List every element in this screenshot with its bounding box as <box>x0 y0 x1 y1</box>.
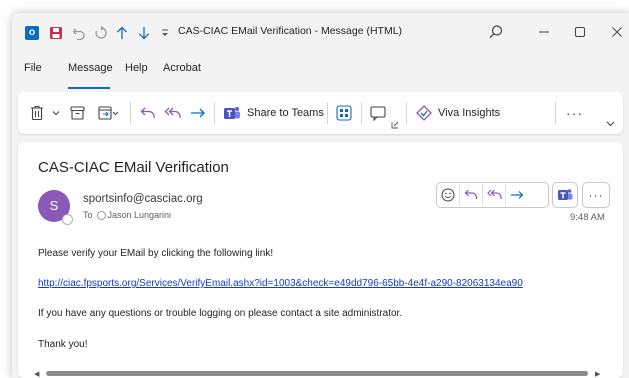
verification-link[interactable]: http://ciac.fpsports.org/Services/Verify… <box>38 278 523 289</box>
received-time: 9:48 AM <box>570 212 605 223</box>
redo-icon[interactable] <box>94 26 108 40</box>
reply-all-icon[interactable] <box>483 184 506 206</box>
group-dialog-launcher-icon[interactable] <box>391 116 399 134</box>
more-commands-button[interactable]: ··· <box>566 104 583 122</box>
reply-icon[interactable] <box>460 184 483 206</box>
report-message-icon[interactable] <box>370 104 386 122</box>
viva-insights-button[interactable]: Viva Insights <box>416 104 500 122</box>
active-menu-indicator <box>68 87 110 89</box>
delete-dropdown-chevron-icon[interactable] <box>52 104 60 122</box>
menu-help[interactable]: Help <box>125 62 148 74</box>
menu-bar: File Message Help Acrobat <box>12 58 629 80</box>
message-actions-group <box>436 182 549 208</box>
menu-acrobat[interactable]: Acrobat <box>163 62 201 74</box>
emoji-react-icon[interactable] <box>437 184 460 206</box>
recipient-name[interactable]: Jason Lungarini <box>108 210 172 220</box>
body-paragraph: Please verify your EMail by clicking the… <box>38 248 274 259</box>
menu-message[interactable]: Message <box>68 62 113 74</box>
recipient-line: To Jason Lungarini <box>83 210 171 220</box>
close-button[interactable] <box>607 23 627 41</box>
teams-icon <box>224 107 240 119</box>
horizontal-scrollbar[interactable]: ◀ ▶ <box>18 369 623 378</box>
scroll-right-arrow-icon[interactable]: ▶ <box>595 370 600 378</box>
outlook-message-window: o CAS-CIAC EMail Verification - Message … <box>12 13 629 378</box>
share-to-teams-button[interactable]: Share to Teams <box>223 104 324 122</box>
viva-insights-icon <box>416 105 432 121</box>
share-to-teams-label: Share to Teams <box>247 107 324 119</box>
apps-icon[interactable] <box>336 104 352 122</box>
viva-insights-label: Viva Insights <box>438 107 501 119</box>
ribbon-divider <box>327 102 328 124</box>
ribbon-divider <box>130 102 131 124</box>
maximize-button[interactable] <box>570 23 590 41</box>
menu-file[interactable]: File <box>24 62 42 74</box>
minimize-button[interactable] <box>534 23 554 41</box>
previous-item-arrow-icon[interactable] <box>116 26 128 40</box>
undo-icon[interactable] <box>72 26 86 40</box>
delete-icon[interactable] <box>30 104 44 122</box>
archive-icon[interactable] <box>70 104 85 122</box>
search-icon[interactable] <box>488 24 504 40</box>
expand-ribbon-chevron-icon[interactable] <box>606 114 615 132</box>
window-title: CAS-CIAC EMail Verification - Message (H… <box>178 25 403 37</box>
reply-all-icon[interactable] <box>164 104 182 122</box>
next-item-arrow-icon[interactable] <box>138 26 150 40</box>
sender-address[interactable]: sportsinfo@casciac.org <box>83 193 203 205</box>
forward-icon[interactable] <box>506 184 528 206</box>
customize-toolbar-dropdown-icon[interactable] <box>160 26 170 40</box>
to-label: To <box>83 210 93 220</box>
ribbon-divider <box>406 102 407 124</box>
forward-icon[interactable] <box>190 104 206 122</box>
ribbon-divider <box>214 102 215 124</box>
share-to-teams-icon[interactable] <box>552 182 578 208</box>
ribbon-toolbar: Share to Teams Viva Insights ··· <box>18 92 623 134</box>
ribbon-divider <box>361 102 362 124</box>
body-paragraph: Thank you! <box>38 339 88 350</box>
body-paragraph: If you have any questions or trouble log… <box>38 308 403 319</box>
outlook-logo-icon[interactable]: o <box>25 26 39 40</box>
message-reading-pane: CAS-CIAC EMail Verification S sportsinfo… <box>18 142 623 378</box>
recipient-presence-icon <box>96 210 106 220</box>
save-icon[interactable] <box>49 26 63 40</box>
reply-icon[interactable] <box>140 104 156 122</box>
move-to-folder-icon[interactable] <box>98 104 120 122</box>
scroll-left-arrow-icon[interactable]: ◀ <box>34 370 39 378</box>
scrollbar-thumb[interactable] <box>46 371 588 376</box>
presence-status-icon <box>62 214 73 225</box>
title-bar: o CAS-CIAC EMail Verification - Message … <box>12 13 629 51</box>
message-subject: CAS-CIAC EMail Verification <box>38 159 229 176</box>
ribbon-divider <box>555 102 556 124</box>
more-actions-button[interactable]: ··· <box>582 182 610 208</box>
